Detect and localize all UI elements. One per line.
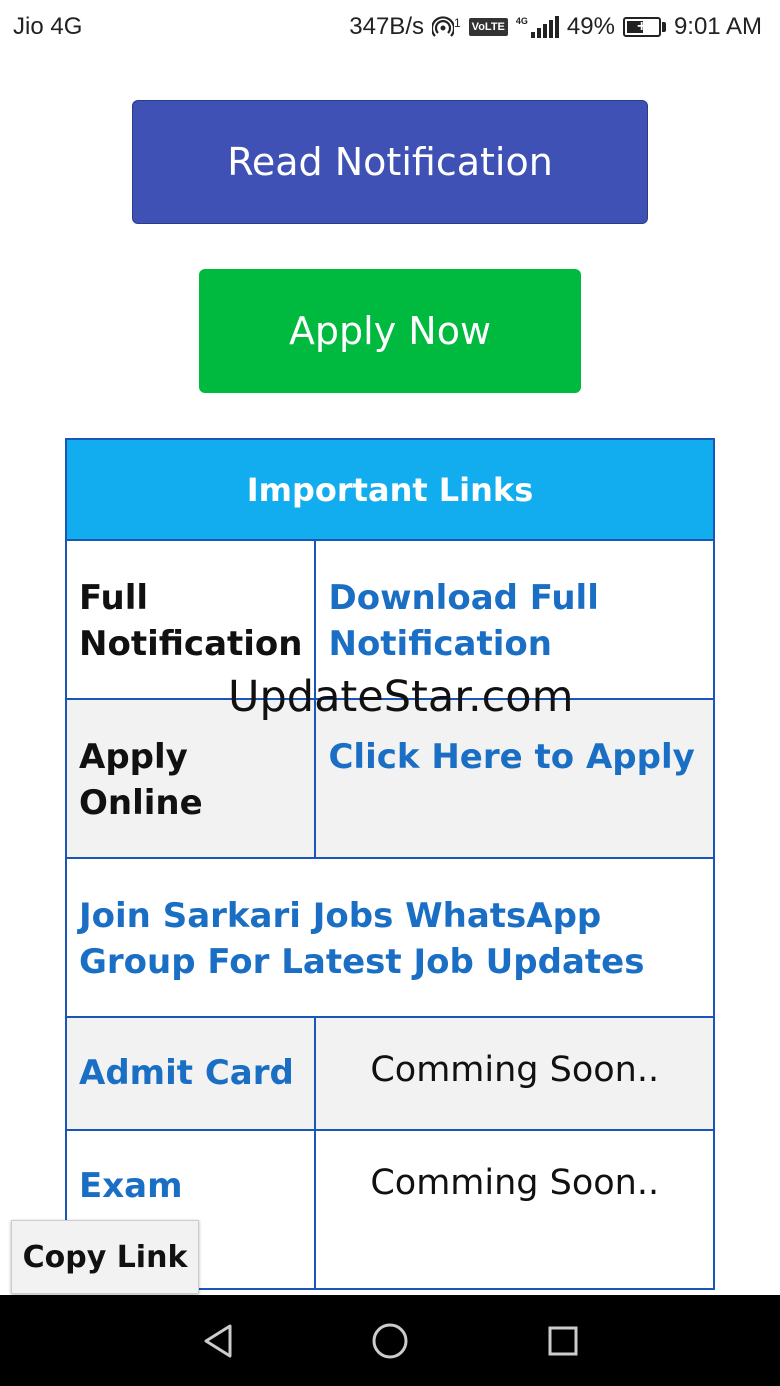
exam-status: Comming Soon.. bbox=[314, 1129, 715, 1290]
network-type: 4G bbox=[515, 16, 528, 26]
hotspot-count: 1 bbox=[453, 16, 461, 30]
battery-percent: 49% bbox=[566, 13, 615, 40]
important-links-header: Important Links bbox=[65, 438, 715, 541]
click-to-apply-link[interactable]: Click Here to Apply bbox=[314, 698, 715, 859]
hotspot-icon: 1 bbox=[431, 16, 461, 38]
network-speed: 347B/s bbox=[349, 13, 424, 40]
battery-icon: + bbox=[622, 17, 666, 37]
important-links-table: Important Links Full Notification Downlo… bbox=[64, 438, 715, 1290]
copy-link-button[interactable]: Copy Link bbox=[11, 1220, 199, 1294]
admit-card-status: Comming Soon.. bbox=[314, 1016, 715, 1131]
status-icons: 347B/s 1 VoLTE 4G 49% + 9:01 AM bbox=[349, 13, 762, 41]
clock: 9:01 AM bbox=[673, 13, 762, 40]
recent-apps-icon[interactable] bbox=[541, 1319, 585, 1363]
home-icon[interactable] bbox=[368, 1319, 412, 1363]
row-label-apply-online: Apply Online bbox=[64, 698, 317, 859]
volte-icon: VoLTE bbox=[468, 18, 508, 36]
apply-now-button[interactable]: Apply Now bbox=[199, 269, 581, 393]
admit-card-link[interactable]: Admit Card bbox=[64, 1016, 317, 1131]
back-icon[interactable] bbox=[196, 1319, 240, 1363]
carrier-label: Jio 4G bbox=[13, 13, 83, 40]
table-row: Join Sarkari Jobs WhatsApp Group For Lat… bbox=[65, 857, 715, 1018]
table-row: Admit Card Comming Soon.. bbox=[64, 1016, 715, 1131]
signal-icon: 4G bbox=[516, 16, 559, 38]
whatsapp-group-link[interactable]: Join Sarkari Jobs WhatsApp Group For Lat… bbox=[65, 857, 715, 1018]
navigation-bar bbox=[0, 1295, 780, 1386]
watermark: UpdateStar.com bbox=[228, 672, 574, 722]
table-row: Apply Online Click Here to Apply bbox=[64, 698, 715, 859]
read-notification-button[interactable]: Read Notification bbox=[132, 100, 648, 224]
status-bar: Jio 4G 347B/s 1 VoLTE 4G 49% + 9:01 AM bbox=[0, 0, 780, 56]
